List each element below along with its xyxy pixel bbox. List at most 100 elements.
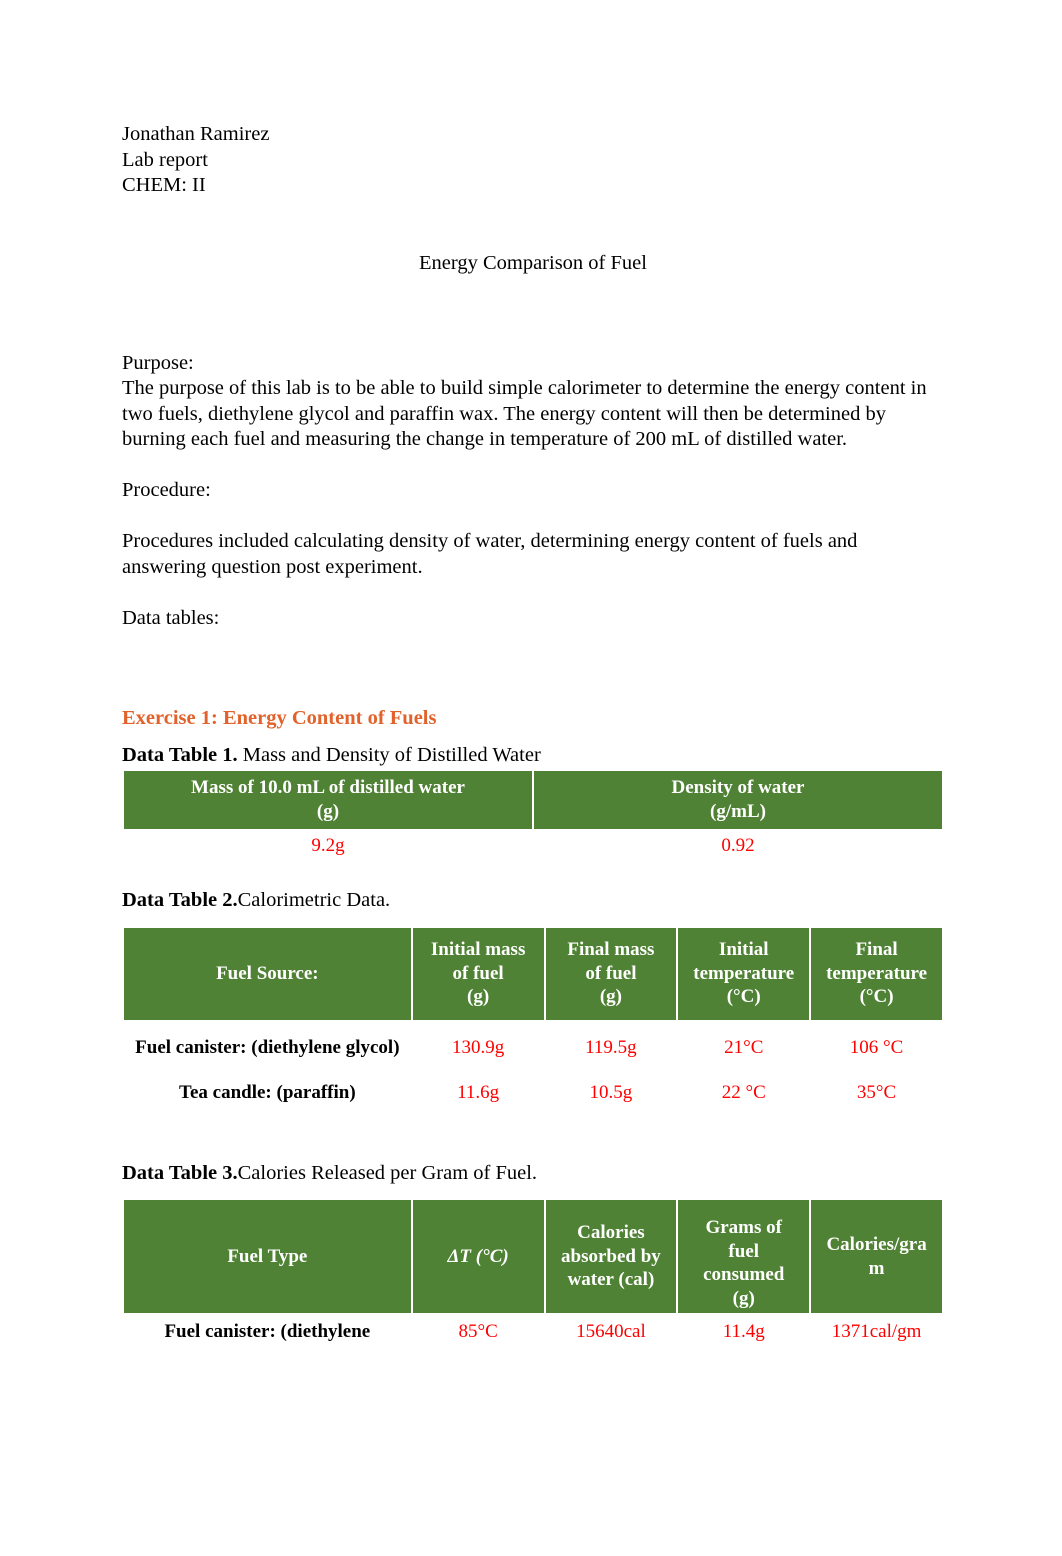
table-header-row: Mass of 10.0 mL of distilled water (g) D…: [124, 770, 942, 829]
data-table-2: Fuel Source: Initial mass of fuel (g) Fi…: [122, 926, 944, 1112]
header-line: (g): [732, 1287, 755, 1309]
header-line: of fuel: [452, 962, 504, 984]
table2-header-initial-mass: Initial mass of fuel (g): [412, 927, 544, 1020]
table2-header-final-mass: Final mass of fuel (g): [545, 927, 677, 1020]
table-row: Fuel canister: (diethylene glycol) 130.9…: [124, 1021, 942, 1075]
purpose-paragraph: The purpose of this lab is to be able to…: [122, 377, 927, 450]
header-line: Fuel Source:: [216, 962, 319, 984]
header-line: Calories/gra: [826, 1234, 927, 1255]
data-table-2-caption-label: Data Table 2.: [122, 889, 238, 911]
course-name: CHEM: II: [122, 174, 206, 196]
data-table-3-caption-label: Data Table 3.: [122, 1161, 238, 1184]
table3-header-delta-t: ΔT (°C): [412, 1200, 544, 1313]
table-header-row: Fuel Type ΔT (°C) Calories absorbed by w…: [124, 1200, 942, 1313]
table3-cell-calories-per-gram: 1371cal/gm: [811, 1315, 942, 1348]
author-block: Jonathan Ramirez Lab report CHEM: II: [122, 122, 944, 199]
data-table-3-caption: Data Table 3.Calories Released per Gram …: [122, 1161, 944, 1187]
header-line: Initial mass: [430, 939, 526, 961]
delta-t-symbol: ΔT (°C): [447, 1245, 509, 1267]
header-line: (g): [316, 800, 340, 822]
doc-type: Lab report: [122, 148, 208, 171]
table3-cell-delta-t: 85°C: [412, 1315, 544, 1348]
data-table-1-caption-text: Mass and Density of Distilled Water: [237, 744, 541, 766]
table2-cell-final-mass: 10.5g: [545, 1076, 677, 1110]
header-line: Density of water: [671, 777, 805, 798]
table1-header-mass: Mass of 10.0 mL of distilled water (g): [124, 770, 532, 829]
table2-header-initial-temperature: Initial temperature (°C): [678, 927, 810, 1020]
page-title: Energy Comparison of Fuel: [419, 251, 647, 274]
data-table-3-caption-text: Calories Released per Gram of Fuel.: [237, 1161, 538, 1184]
document-content: Jonathan Ramirez Lab report CHEM: II Ene…: [122, 122, 944, 1350]
table-header-row: Fuel Source: Initial mass of fuel (g) Fi…: [124, 927, 942, 1020]
table2-row-label: Tea candle: (paraffin): [124, 1076, 411, 1110]
procedure-label: Procedure:: [122, 479, 211, 501]
exercise-1-heading: Exercise 1: Energy Content of Fuels: [122, 706, 437, 729]
header-line: m: [868, 1257, 885, 1279]
table2-cell-initial-temp: 21°C: [678, 1021, 810, 1075]
purpose-label: Purpose:: [122, 351, 194, 374]
table2-cell-initial-mass: 11.6g: [412, 1076, 544, 1110]
table2-header-fuel-source: Fuel Source:: [124, 927, 411, 1020]
header-line: temperature: [693, 962, 795, 984]
header-line: consumed: [703, 1264, 785, 1285]
data-table-2-caption-text: Calorimetric Data.: [237, 889, 391, 911]
header-line: absorbed by: [561, 1245, 661, 1267]
table2-cell-initial-mass: 130.9g: [412, 1021, 544, 1075]
header-line: (°C): [726, 986, 761, 1008]
header-line: (°C): [859, 986, 894, 1008]
header-line: ΔT (°C): [417, 1245, 540, 1269]
table3-header-fuel-type: Fuel Type: [124, 1200, 411, 1313]
table3-row-label: Fuel canister: (diethylene: [124, 1315, 411, 1348]
header-line: temperature: [826, 962, 928, 984]
table-row: 9.2g 0.92: [124, 830, 942, 861]
header-line: Final mass: [567, 939, 655, 961]
data-tables-label: Data tables:: [122, 606, 220, 629]
table1-cell-density: 0.92: [534, 830, 942, 861]
header-line: Mass of 10.0 mL of distilled water: [191, 777, 465, 798]
header-line: (g/mL): [710, 800, 766, 822]
data-table-2-caption: Data Table 2.Calorimetric Data.: [122, 888, 944, 914]
data-table-1-caption-label: Data Table 1.: [122, 744, 238, 766]
table1-header-density: Density of water (g/mL): [534, 770, 942, 829]
table-row: Fuel canister: (diethylene 85°C 15640cal…: [124, 1315, 942, 1348]
data-table-1-caption: Data Table 1. Mass and Density of Distil…: [122, 743, 944, 769]
header-line: (g): [467, 986, 490, 1008]
document-page: Jonathan Ramirez Lab report CHEM: II Ene…: [0, 0, 1062, 1556]
table2-cell-final-temp: 35°C: [811, 1076, 942, 1110]
header-line: Initial: [718, 939, 769, 961]
table2-cell-final-temp: 106 °C: [811, 1021, 942, 1075]
header-line: fuel: [728, 1240, 760, 1262]
table2-header-final-temperature: Final temperature (°C): [811, 927, 942, 1020]
table3-cell-grams-consumed: 11.4g: [678, 1315, 810, 1348]
table2-cell-initial-temp: 22 °C: [678, 1076, 810, 1110]
data-table-1: Mass of 10.0 mL of distilled water (g) D…: [122, 769, 944, 863]
header-line: Calories: [577, 1222, 645, 1244]
header-line: Grams of: [705, 1217, 782, 1238]
table3-header-calories-absorbed: Calories absorbed by water (cal): [545, 1200, 677, 1313]
table2-cell-final-mass: 119.5g: [545, 1021, 677, 1075]
table3-cell-calories-absorbed: 15640cal: [545, 1315, 677, 1348]
procedure-paragraph: Procedures included calculating density …: [122, 530, 858, 578]
header-line: Final: [855, 939, 898, 961]
table-row: Tea candle: (paraffin) 11.6g 10.5g 22 °C…: [124, 1076, 942, 1110]
data-table-3: Fuel Type ΔT (°C) Calories absorbed by w…: [122, 1198, 944, 1350]
table1-cell-mass: 9.2g: [124, 830, 532, 861]
table3-header-calories-per-gram: Calories/gra m: [811, 1200, 942, 1313]
table2-row-label: Fuel canister: (diethylene glycol): [124, 1021, 411, 1075]
header-line: water (cal): [567, 1269, 655, 1291]
author-name: Jonathan Ramirez: [122, 123, 270, 145]
header-line: Fuel Type: [227, 1245, 308, 1267]
table3-header-grams-consumed: Grams of fuel consumed (g): [678, 1200, 810, 1313]
